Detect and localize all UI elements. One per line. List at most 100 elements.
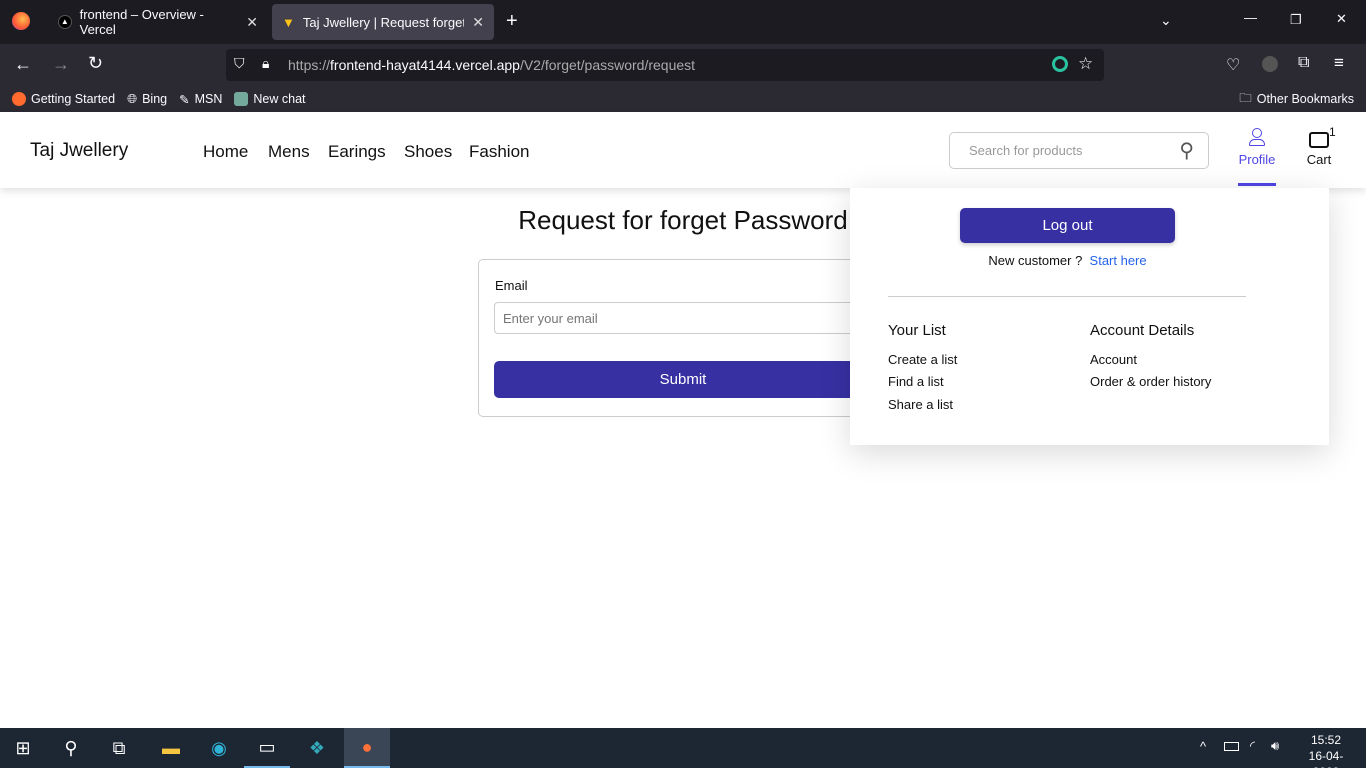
chatgpt-icon [234,92,249,106]
bookmark-msn[interactable]: ✎ MSN [179,92,222,107]
logout-button[interactable]: Log out [960,208,1175,243]
new-customer-text: New customer ? [988,253,1083,268]
search-icon[interactable]: ⚲ [48,728,94,768]
tab-taj-jwellery[interactable]: ▼ Taj Jwellery | Request forget pass ✕ [272,4,494,40]
new-tab-icon[interactable]: + [506,10,518,33]
share-list-link[interactable]: Share a list [888,394,957,417]
firefox-taskbar-icon[interactable]: ● [344,728,390,768]
shield-icon[interactable]: ⛉ [234,55,245,72]
volume-icon[interactable]: 🔊︎ [1271,738,1279,754]
clock[interactable]: 15:52 16-04-2023 [1296,732,1356,780]
account-heading: Account Details [1090,322,1195,339]
pocket-icon[interactable]: ♡ [1226,55,1240,75]
lock-icon[interactable]: 🔒︎ [262,55,269,72]
shopping-bag-icon [1309,132,1329,148]
brand-logo[interactable]: Taj Jwellery [30,140,128,162]
search-placeholder: Search for products [969,143,1083,158]
bookmark-label: MSN [194,92,223,106]
divider [888,296,1246,297]
battery-icon[interactable] [1224,742,1239,751]
tab-vercel[interactable]: ▲ frontend – Overview - Vercel ✕ [48,4,268,40]
extension-icon[interactable] [1052,56,1068,72]
forget-password-form: Email Submit [478,259,898,417]
msn-icon: ✎ [179,92,190,107]
close-tab-icon[interactable]: ✕ [246,14,258,31]
search-input[interactable]: Search for products ⚲ [949,132,1209,169]
find-list-link[interactable]: Find a list [888,371,957,394]
user-icon-body [1249,139,1265,146]
account-section: Account Details Account Order & order hi… [1090,320,1211,394]
bookmark-label: Bing [142,92,168,106]
cart-count-badge: 1 [1329,125,1336,139]
firefox-icon [12,92,26,106]
nav-home[interactable]: Home [203,142,248,162]
tab-title: Taj Jwellery | Request forget pass [302,14,465,30]
bookmark-label: New chat [253,92,306,106]
start-icon[interactable]: ⊞ [0,728,46,768]
terminal-icon[interactable]: ▭ [244,728,290,768]
firefox-menu-icon[interactable] [12,12,30,30]
extensions-icon[interactable]: ⧉ [1298,54,1309,72]
vite-icon: ▼ [282,14,295,30]
bookmark-label: Getting Started [31,92,116,106]
wifi-icon[interactable]: ◜ [1250,738,1255,754]
your-list-heading: Your List [888,322,946,339]
restore-icon[interactable]: ❐ [1290,12,1302,28]
profile-dropdown: Log out New customer ? Start here Your L… [850,188,1329,445]
file-explorer-icon[interactable]: ▬ [148,728,194,768]
close-tab-icon[interactable]: ✕ [472,14,484,31]
bookmark-bing[interactable]: 🌐︎ Bing [127,92,167,107]
url-bar[interactable]: ⛉ 🔒︎ https://frontend-hayat4144.vercel.a… [226,49,1104,81]
bookmark-label: Other Bookmarks [1256,92,1354,106]
task-view-icon[interactable]: ⧉ [96,728,142,768]
date: 16-04-2023 [1308,749,1344,779]
url-path: /V2/forget/password/request [519,57,696,73]
bookmark-getting-started[interactable]: Getting Started [12,92,115,106]
nav-mens[interactable]: Mens [268,142,310,162]
minimize-icon[interactable]: — [1244,10,1257,25]
cart-button[interactable]: Cart 1 [1304,125,1336,167]
your-list-section: Your List Create a list Find a list Shar… [888,320,957,416]
tab-bar: ▲ frontend – Overview - Vercel ✕ ▼ Taj J… [0,0,1366,44]
bookmarks-bar: Getting Started 🌐︎ Bing ✎ MSN New chat 🗀 Ot… [0,86,1366,112]
account-link[interactable]: Account [1090,349,1211,372]
order-history-link[interactable]: Order & order history [1090,371,1211,394]
globe-icon: 🌐︎ [127,91,138,106]
email-input[interactable] [494,302,884,334]
tab-title: frontend – Overview - Vercel [79,7,204,37]
url-scheme: https:// [288,57,331,73]
nav-fashion[interactable]: Fashion [469,142,529,162]
list-tabs-icon[interactable]: ⌄ [1160,12,1172,29]
taskbar: ⊞ ⚲ ⧉ ▬ ◉ ▭ ❖ ● ^ ◜ 🔊︎ 15:52 16-04-2023 [0,728,1366,779]
site-header: Taj Jwellery Home Mens Earings Shoes Fas… [0,112,1366,188]
nav-shoes[interactable]: Shoes [404,142,452,162]
bookmark-star-icon[interactable]: ☆ [1078,54,1093,74]
time: 15:52 [1310,733,1342,747]
edge-icon[interactable]: ◉ [196,728,242,768]
start-here-link[interactable]: Start here [1090,253,1147,268]
user-icon [1252,128,1262,138]
vercel-icon: ▲ [58,15,72,29]
cart-label: Cart [1306,152,1332,167]
forward-icon[interactable]: → [52,54,70,75]
url-host: frontend-hayat4144.vercel.app [330,57,520,73]
folder-icon: 🗀 [1239,90,1252,105]
navigation-toolbar: ← → ↻ ⛉ 🔒︎ https://frontend-hayat4144.ve… [0,44,1366,86]
search-icon[interactable]: ⚲ [1179,138,1194,163]
tray-chevron-icon[interactable]: ^ [1200,739,1206,754]
account-icon[interactable] [1262,56,1278,72]
app-icon[interactable]: ❖ [294,728,340,768]
other-bookmarks[interactable]: 🗀 Other Bookmarks [1239,89,1354,110]
submit-button[interactable]: Submit [494,361,872,398]
menu-icon[interactable]: ≡ [1334,53,1344,73]
profile-button[interactable]: Profile [1238,126,1276,186]
bookmark-new-chat[interactable]: New chat [234,92,306,106]
reload-icon[interactable]: ↻ [88,53,103,74]
nav-earings[interactable]: Earings [328,142,386,162]
profile-label: Profile [1238,152,1276,167]
back-icon[interactable]: ← [14,54,32,75]
window-close-icon[interactable]: ✕ [1336,11,1347,27]
new-customer-row: New customer ? Start here [850,253,1285,268]
email-label: Email [495,278,528,293]
create-list-link[interactable]: Create a list [888,349,957,372]
